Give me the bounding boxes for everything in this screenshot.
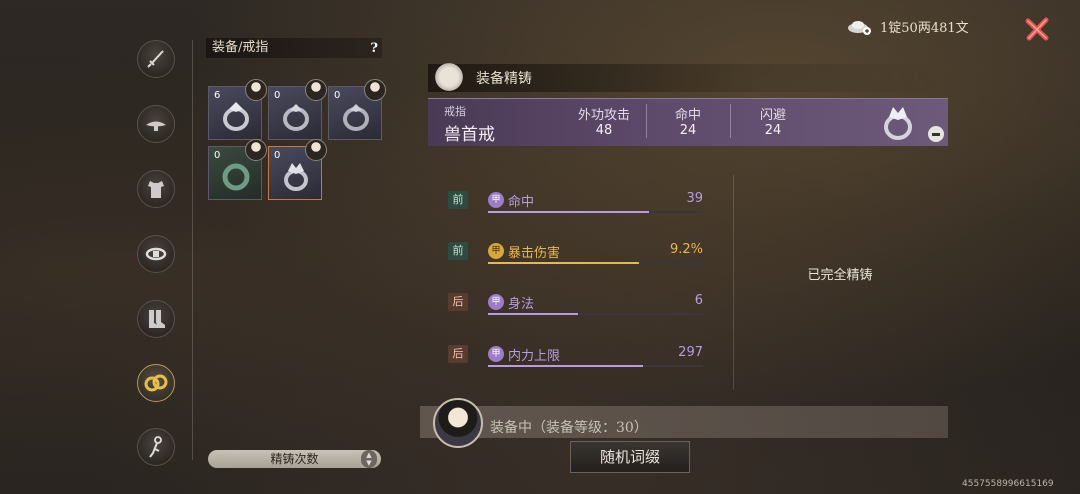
stat-label: 闪避	[759, 108, 786, 123]
affix-bar-track	[488, 262, 703, 264]
player-uid: 4557558996615169	[962, 479, 1054, 489]
chevron-updown-icon: ▲ ▼	[361, 450, 377, 468]
currency-display: 1锭50两481文	[846, 14, 969, 38]
owner-avatar	[364, 79, 386, 101]
hat-icon	[146, 121, 166, 131]
affix-value: 39	[686, 191, 703, 206]
random-affix-button[interactable]: 随机词缀	[570, 441, 690, 473]
category-divider	[192, 40, 193, 460]
boots-icon	[149, 310, 165, 328]
help-button[interactable]: ?	[370, 39, 378, 59]
armor-icon	[148, 181, 164, 198]
owner-avatar	[245, 139, 267, 161]
banner-divider	[646, 104, 647, 138]
affix-coin-icon: 甲	[488, 346, 504, 362]
affix-value: 9.2%	[669, 242, 703, 257]
refine-emblem-icon	[432, 62, 466, 92]
equipped-status: 装备中（装备等级：30）	[490, 420, 648, 436]
section-title: 装备精铸	[476, 71, 532, 87]
currency-amount: 1锭50两481文	[880, 20, 969, 36]
affix-coin-icon: 甲	[488, 243, 504, 259]
ring-icon	[144, 374, 168, 392]
category-boots-button[interactable]	[137, 300, 175, 338]
stat-value: 24	[764, 123, 782, 138]
accessory-icon	[149, 436, 162, 458]
affix-bar-track	[488, 211, 703, 213]
stat-value: 24	[679, 123, 697, 138]
refine-status: 已完全精铸	[807, 268, 873, 283]
silver-ring-icon	[223, 102, 249, 131]
category-belt-button[interactable]	[137, 235, 175, 273]
affix-bar-fill	[488, 262, 639, 264]
stat-value: 48	[595, 123, 613, 138]
item-name: 兽首戒	[444, 125, 495, 145]
affix-bar-fill	[488, 211, 650, 213]
affix-bar-fill	[488, 365, 643, 367]
affix-name: 身法	[508, 297, 535, 312]
affix-name: 命中	[508, 195, 535, 210]
sort-dropdown-label: 精铸次数	[270, 452, 319, 466]
affix-tag: 后	[448, 345, 468, 363]
item-info-icon[interactable]	[928, 126, 944, 142]
sword-icon	[147, 50, 164, 68]
banner-divider	[730, 104, 731, 138]
character-portrait[interactable]	[433, 398, 483, 448]
jade-ring-icon	[222, 163, 250, 191]
silver-ring-icon	[343, 104, 369, 131]
inventory-title: 装备/戒指	[212, 40, 269, 55]
sort-dropdown[interactable]: 精铸次数 ▲ ▼	[208, 450, 381, 468]
affix-bar-track	[488, 365, 703, 367]
owner-avatar	[305, 79, 327, 101]
affix-bar-track	[488, 313, 703, 315]
affix-tag: 前	[448, 191, 468, 209]
owner-avatar	[305, 139, 327, 161]
belt-icon	[145, 247, 167, 261]
affix-tag: 后	[448, 293, 468, 311]
affix-tag: 前	[448, 242, 468, 260]
category-hat-button[interactable]	[137, 105, 175, 143]
silver-ingot-icon	[846, 16, 872, 36]
beast-ring-icon	[284, 163, 308, 191]
stat-label: 命中	[674, 108, 701, 123]
owner-avatar	[245, 79, 267, 101]
category-accessory-button[interactable]	[137, 428, 175, 466]
silver-ring-icon	[283, 104, 309, 131]
inventory-header: 装备/戒指 ?	[206, 38, 382, 58]
stat-label: 外功攻击	[577, 108, 630, 123]
panel-divider	[733, 175, 734, 390]
affix-coin-icon: 甲	[488, 192, 504, 208]
affix-coin-icon: 甲	[488, 294, 504, 310]
close-icon[interactable]	[1020, 12, 1054, 46]
category-ring-button[interactable]	[137, 364, 175, 402]
item-type: 戒指	[444, 105, 466, 118]
item-ring-icon	[884, 107, 912, 140]
affix-bar-fill	[488, 313, 579, 315]
category-weapon-button[interactable]	[137, 40, 175, 78]
affix-value: 6	[694, 293, 703, 308]
affix-value: 297	[678, 345, 703, 360]
affix-name: 内力上限	[508, 349, 561, 364]
affix-name: 暴击伤害	[508, 246, 561, 261]
category-armor-button[interactable]	[137, 170, 175, 208]
